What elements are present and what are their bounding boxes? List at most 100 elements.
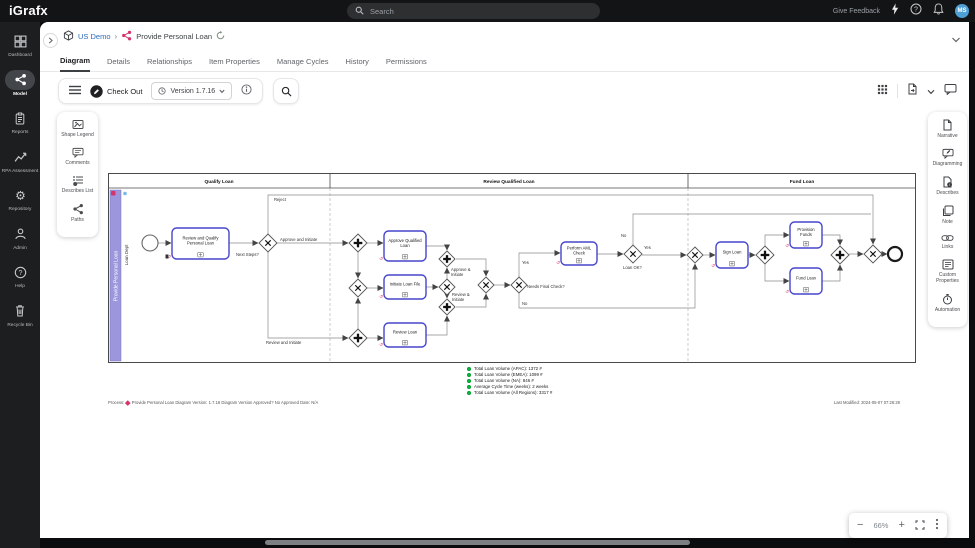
end-event[interactable] <box>886 245 904 263</box>
sidebar-item-model[interactable]: Model <box>0 69 40 98</box>
export-document-icon[interactable] <box>907 82 918 100</box>
comment-bubble-icon[interactable] <box>944 82 957 100</box>
tab-diagram[interactable]: Diagram <box>60 51 91 72</box>
legend-dot-icon <box>467 390 471 395</box>
breadcrumb-root-link[interactable]: US Demo <box>78 32 111 41</box>
panel-item-automation[interactable]: Automation <box>928 293 967 313</box>
tab-item-properties[interactable]: Item Properties <box>209 51 260 71</box>
app-sidebar: Dashboard Model Reports RPA Assessment ⚙… <box>0 22 40 548</box>
zoom-out-button[interactable]: − <box>857 520 863 531</box>
zoom-in-button[interactable]: + <box>898 520 904 531</box>
edge-label: No <box>522 301 528 306</box>
toolbar-right-group <box>877 82 957 100</box>
menu-hamburger-icon[interactable] <box>69 82 81 100</box>
recycle-bin-icon <box>5 301 35 321</box>
sidebar-item-recycle-bin[interactable]: Recycle Bin <box>0 301 40 329</box>
check-out-pen-icon <box>90 84 103 98</box>
horizontal-scrollbar[interactable] <box>265 540 690 545</box>
panel-item-diagramming[interactable]: Diagramming <box>928 148 967 167</box>
legend-item: Total Loan Volume (APAC): 1372 # <box>467 366 552 371</box>
legend-item: Total Loan Volume (EMEA): 1099 # <box>467 372 552 377</box>
lightning-icon[interactable] <box>891 2 899 20</box>
task-describe-icon: ↺ <box>379 295 383 300</box>
sidebar-item-repository[interactable]: ⚙ Repository <box>0 185 40 213</box>
diagram-search-button[interactable] <box>273 78 300 104</box>
notifications-bell-icon[interactable] <box>933 2 944 20</box>
panel-item-comments[interactable]: Comments <box>57 147 98 166</box>
legend-item: Total Loan Volume (All Regions): 3317 # <box>467 390 552 395</box>
diagram-toolbar: Check Out Version 1.7.16 <box>58 78 300 104</box>
panel-item-narrative[interactable]: Narrative <box>928 119 967 139</box>
panel-item-describes[interactable]: i Describes <box>928 176 967 196</box>
edge-label: Approve and Initiate <box>280 237 318 242</box>
sidebar-item-rpa-assessment[interactable]: RPA Assessment <box>0 147 40 175</box>
zoom-controls: − 66% + <box>849 513 947 538</box>
repository-cube-icon <box>63 30 74 43</box>
model-icon <box>5 69 35 90</box>
sidebar-item-reports[interactable]: Reports <box>0 108 40 136</box>
comments-icon <box>72 147 83 158</box>
diagram-left-panel: Shape Legend Comments Describes List Pat… <box>57 112 98 237</box>
task-label: Funds <box>800 232 812 237</box>
chevron-down-icon <box>219 89 225 93</box>
edge-label: Initiate <box>451 272 464 277</box>
task-label: Loan <box>400 243 410 248</box>
fit-screen-icon[interactable] <box>915 517 925 535</box>
bpmn-diagram-canvas[interactable]: Qualify Loan Review Qualified Loan Fund Lo… <box>108 173 916 363</box>
legend-item: Total Loan Volume (NA): 846 # <box>467 378 552 383</box>
panel-item-links[interactable]: Links <box>928 234 967 250</box>
lane-label: Loan Dept <box>124 244 129 266</box>
check-out-button[interactable]: Check Out <box>90 84 142 98</box>
sidebar-collapse-button[interactable] <box>43 33 58 48</box>
edge-label: Yes <box>644 245 651 250</box>
panel-item-describes-list[interactable]: Describes List <box>57 175 98 194</box>
search-icon <box>355 6 364 17</box>
describes-icon: i <box>943 176 952 188</box>
sidebar-item-dashboard[interactable]: Dashboard <box>0 31 40 59</box>
sidebar-item-admin[interactable]: Admin <box>0 224 40 252</box>
export-chevron-down-icon[interactable] <box>927 82 935 100</box>
task-doc-icon <box>165 254 169 259</box>
global-search-input[interactable]: Search <box>347 3 600 19</box>
panel-item-paths[interactable]: Paths <box>57 203 98 223</box>
edge-label: Review and Initiate <box>266 340 302 345</box>
task-describe-icon: ↺ <box>379 343 383 348</box>
breadcrumb-separator: › <box>114 32 118 41</box>
task-label: Sign Loan <box>723 250 743 255</box>
edge-label: Reject <box>274 197 287 202</box>
process-shape-icon <box>125 400 131 405</box>
tab-permissions[interactable]: Permissions <box>386 51 427 71</box>
edge-label: Loan OK? <box>623 265 643 270</box>
edge-label: Initiate <box>452 297 465 302</box>
breadcrumb-current: Provide Personal Loan <box>136 32 213 41</box>
tab-relationships[interactable]: Relationships <box>147 51 192 71</box>
give-feedback-link[interactable]: Give Feedback <box>833 8 880 15</box>
tab-details[interactable]: Details <box>107 51 130 71</box>
more-options-kebab-icon[interactable] <box>935 517 939 535</box>
svg-text:?: ? <box>914 6 918 13</box>
repository-gear-icon: ⚙ <box>5 185 35 205</box>
panel-collapse-chevron-icon[interactable] <box>951 31 961 49</box>
sidebar-item-help[interactable]: ? Help <box>0 262 40 290</box>
pool-label: Provide Personal Loan <box>114 250 120 301</box>
legend-dot-icon <box>467 366 471 371</box>
panel-item-shape-legend[interactable]: Shape Legend <box>57 119 98 138</box>
lane-info-icon <box>123 191 127 196</box>
info-icon[interactable] <box>241 82 252 100</box>
task-describe-icon: ↺ <box>785 290 789 295</box>
admin-icon <box>5 224 35 244</box>
version-history-icon[interactable] <box>216 31 225 42</box>
start-event[interactable] <box>141 234 159 252</box>
tab-manage-cycles[interactable]: Manage Cycles <box>277 51 329 71</box>
help-icon[interactable]: ? <box>910 2 922 20</box>
task-describe-icon: ↺ <box>379 257 383 262</box>
tab-history[interactable]: History <box>346 51 369 71</box>
panel-item-custom-properties[interactable]: Custom Properties <box>928 259 967 284</box>
version-dropdown[interactable]: Version 1.7.16 <box>151 82 233 100</box>
grid-view-icon[interactable] <box>877 82 888 100</box>
diagram-right-panel: Narrative Diagramming i Describes Note L… <box>928 112 967 327</box>
user-avatar[interactable]: MS <box>955 4 969 18</box>
breadcrumb: US Demo › Provide Personal Loan <box>63 29 225 44</box>
note-icon <box>942 205 953 216</box>
panel-item-note[interactable]: Note <box>928 205 967 225</box>
